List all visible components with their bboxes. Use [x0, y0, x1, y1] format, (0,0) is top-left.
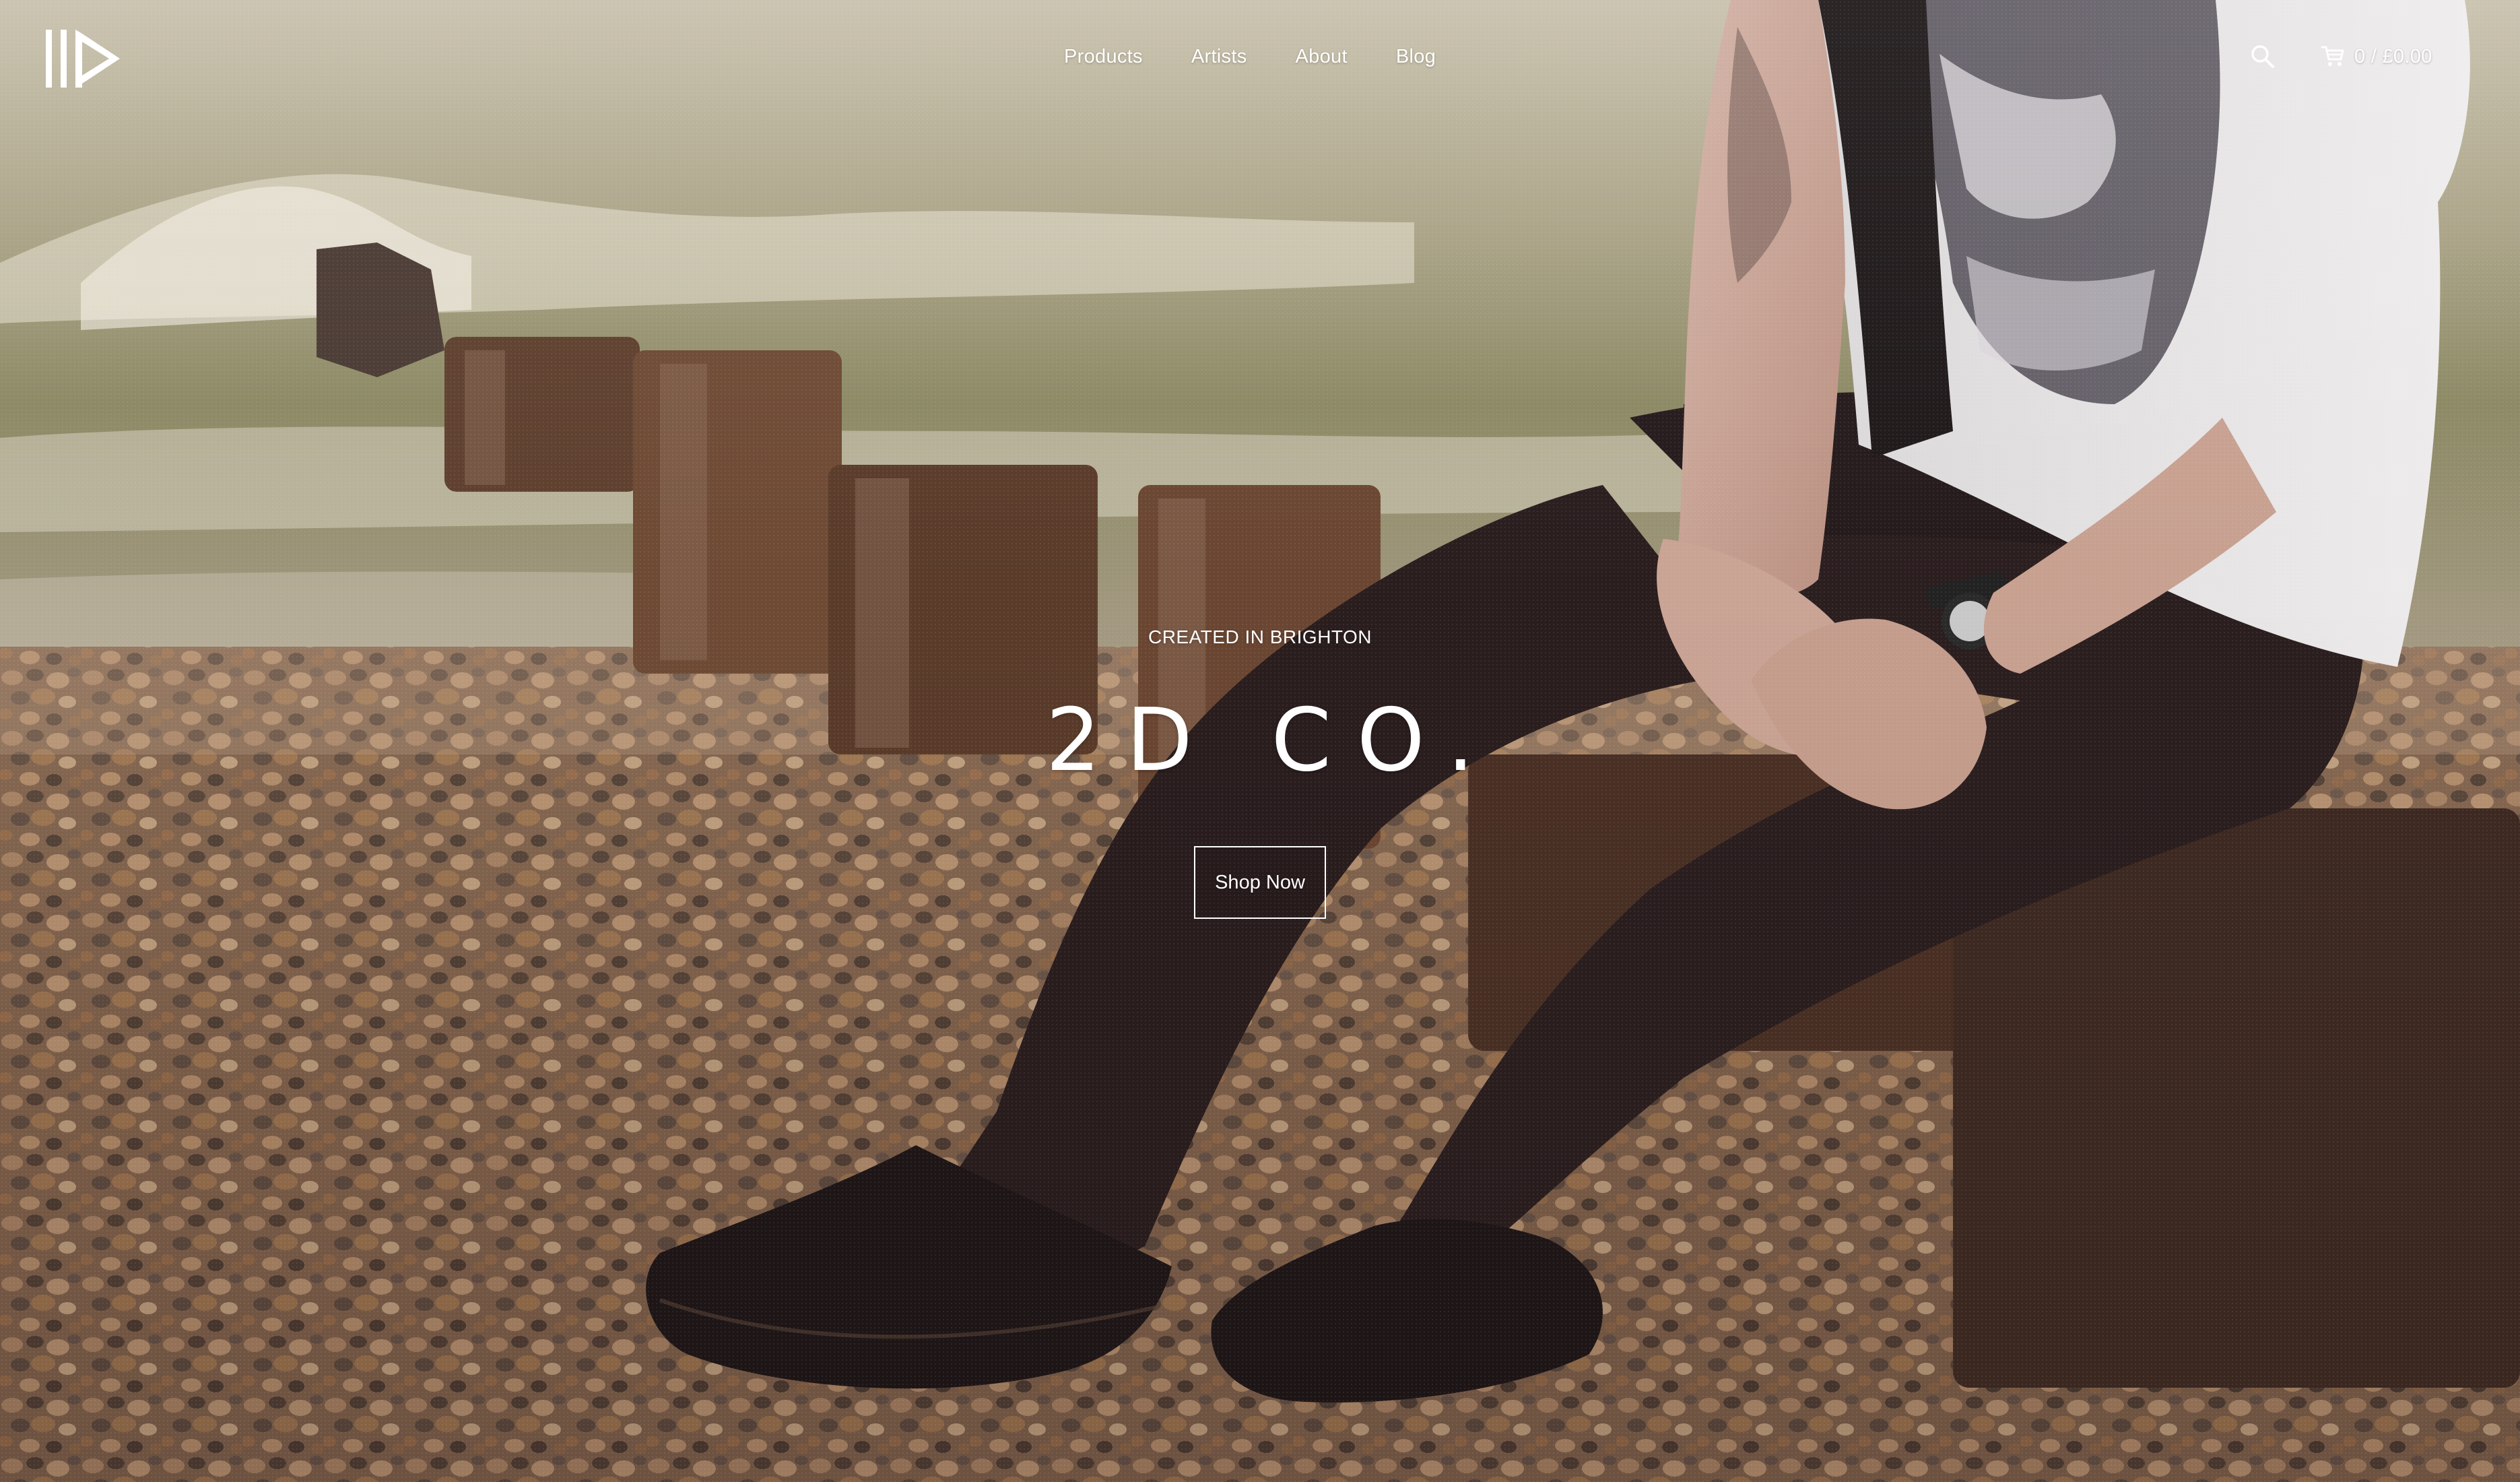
nav-item-about[interactable]: About	[1296, 42, 1348, 71]
hero-title: 2D CO.	[1045, 690, 1500, 791]
cart-summary: 0 / £0.00	[2354, 45, 2432, 67]
2d-logo-icon	[46, 30, 120, 88]
hero-kicker: CREATED IN BRIGHTON	[1148, 626, 1372, 647]
nav-item-products[interactable]: Products	[1064, 42, 1143, 71]
main-nav: Products Artists About Blog	[1064, 42, 1484, 71]
search-icon	[2251, 45, 2274, 68]
hero-section: CREATED IN BRIGHTON 2D CO. Shop Now	[0, 620, 2520, 919]
search-button[interactable]	[2249, 43, 2276, 70]
shop-now-button[interactable]: Shop Now	[1194, 846, 1326, 919]
page: Products Artists About Blog 0 / £0.00 CR…	[0, 0, 2520, 1482]
cart-icon	[2321, 46, 2344, 66]
site-logo[interactable]	[44, 24, 124, 92]
cart-button[interactable]: 0 / £0.00	[2321, 42, 2432, 71]
site-header: Products Artists About Blog 0 / £0.00	[0, 0, 2520, 115]
nav-item-artists[interactable]: Artists	[1191, 42, 1247, 71]
nav-item-blog[interactable]: Blog	[1396, 42, 1436, 71]
